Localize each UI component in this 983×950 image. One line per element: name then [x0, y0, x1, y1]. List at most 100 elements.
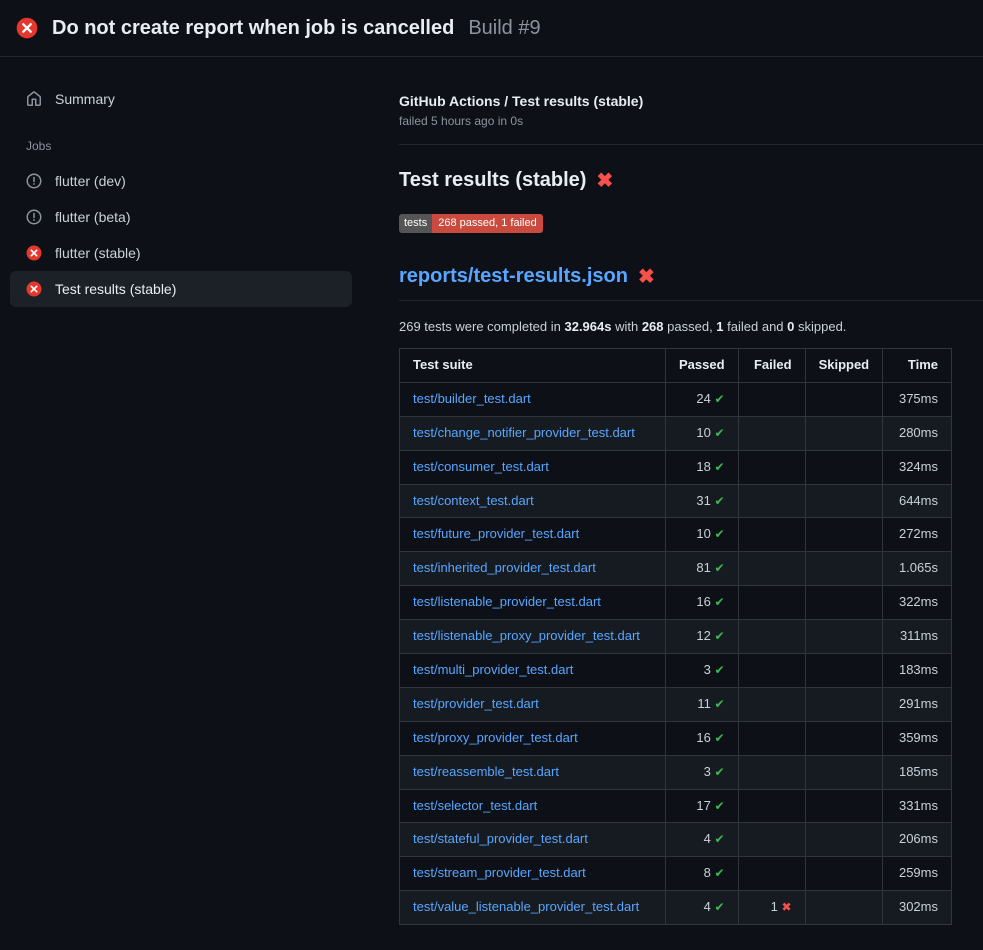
- table-row: test/provider_test.dart 11 ✔ 291ms: [400, 687, 952, 721]
- check-icon: ✔: [715, 765, 725, 779]
- report-title: reports/test-results.json ✖: [399, 265, 983, 301]
- failed-status-icon: [26, 281, 42, 297]
- test-table-head: Test suite Passed Failed Skipped Time: [400, 349, 952, 383]
- test-suite-link[interactable]: test/stream_provider_test.dart: [413, 865, 586, 880]
- test-suite-cell: test/context_test.dart: [400, 484, 666, 518]
- time-cell: 206ms: [883, 823, 952, 857]
- skipped-cell: [805, 416, 883, 450]
- section-title-text: Test results (stable): [399, 169, 586, 192]
- table-row: test/reassemble_test.dart 3 ✔ 185ms: [400, 755, 952, 789]
- sidebar-item-label: Test results (stable): [55, 281, 176, 297]
- skipped-cell: [805, 382, 883, 416]
- sidebar-item-flutter-dev[interactable]: flutter (dev): [10, 163, 352, 199]
- test-suite-link[interactable]: test/provider_test.dart: [413, 696, 539, 711]
- skipped-cell: [805, 620, 883, 654]
- skipped-cell: [805, 721, 883, 755]
- time-cell: 272ms: [883, 518, 952, 552]
- neutral-status-icon: [26, 209, 42, 225]
- test-suite-cell: test/inherited_provider_test.dart: [400, 552, 666, 586]
- table-row: test/consumer_test.dart18 ✔324ms: [400, 450, 952, 484]
- passed-cell: 8 ✔: [666, 857, 739, 891]
- sidebar-item-summary[interactable]: Summary: [10, 81, 352, 117]
- summary-text: passed,: [664, 319, 717, 334]
- table-row: test/listenable_proxy_provider_test.dart…: [400, 620, 952, 654]
- skipped-cell: [805, 552, 883, 586]
- test-suite-link[interactable]: test/reassemble_test.dart: [413, 764, 559, 779]
- time-cell: 311ms: [883, 620, 952, 654]
- passed-cell: 4 ✔: [666, 823, 739, 857]
- check-icon: ✔: [715, 799, 725, 813]
- summary-duration: 32.964s: [564, 319, 611, 334]
- passed-cell: 11 ✔: [666, 687, 739, 721]
- table-row: test/builder_test.dart24 ✔375ms: [400, 382, 952, 416]
- test-suite-link[interactable]: test/multi_provider_test.dart: [413, 662, 573, 677]
- skipped-cell: [805, 755, 883, 789]
- neutral-status-icon: [26, 173, 42, 189]
- skipped-cell: [805, 654, 883, 688]
- test-suite-link[interactable]: test/future_provider_test.dart: [413, 526, 579, 541]
- test-results-table: Test suite Passed Failed Skipped Time te…: [399, 348, 952, 925]
- passed-cell: 10 ✔: [666, 518, 739, 552]
- test-suite-link[interactable]: test/context_test.dart: [413, 493, 534, 508]
- time-cell: 185ms: [883, 755, 952, 789]
- column-header-test-suite: Test suite: [400, 349, 666, 383]
- test-suite-link[interactable]: test/builder_test.dart: [413, 391, 531, 406]
- test-suite-link[interactable]: test/listenable_provider_test.dart: [413, 594, 601, 609]
- time-cell: 280ms: [883, 416, 952, 450]
- failed-cell: [738, 586, 805, 620]
- test-suite-link[interactable]: test/value_listenable_provider_test.dart: [413, 899, 639, 914]
- failed-x-icon: ✖: [638, 267, 655, 287]
- test-suite-link[interactable]: test/listenable_proxy_provider_test.dart: [413, 628, 640, 643]
- check-icon: ✔: [715, 595, 725, 609]
- table-header-row: Test suite Passed Failed Skipped Time: [400, 349, 952, 383]
- passed-cell: 3 ✔: [666, 654, 739, 688]
- test-suite-link[interactable]: test/consumer_test.dart: [413, 459, 549, 474]
- check-icon: ✔: [715, 629, 725, 643]
- skipped-cell: [805, 789, 883, 823]
- report-link[interactable]: reports/test-results.json: [399, 265, 628, 288]
- breadcrumb: GitHub Actions / Test results (stable): [399, 93, 983, 109]
- test-suite-link[interactable]: test/inherited_provider_test.dart: [413, 560, 596, 575]
- sidebar-item-flutter-beta[interactable]: flutter (beta): [10, 199, 352, 235]
- check-icon: ✔: [715, 561, 725, 575]
- failed-cell: [738, 620, 805, 654]
- test-suite-cell: test/provider_test.dart: [400, 687, 666, 721]
- time-cell: 291ms: [883, 687, 952, 721]
- table-row: test/multi_provider_test.dart3 ✔183ms: [400, 654, 952, 688]
- failed-status-icon: [16, 17, 38, 39]
- sidebar-item-flutter-stable[interactable]: flutter (stable): [10, 235, 352, 271]
- table-row: test/proxy_provider_test.dart16 ✔359ms: [400, 721, 952, 755]
- sidebar-item-test-results-stable[interactable]: Test results (stable): [10, 271, 352, 307]
- summary-text: with: [611, 319, 641, 334]
- skipped-cell: [805, 518, 883, 552]
- test-suite-link[interactable]: test/stateful_provider_test.dart: [413, 831, 588, 846]
- x-icon: ✖: [782, 900, 792, 914]
- check-icon: ✔: [715, 866, 725, 880]
- check-icon: ✔: [715, 832, 725, 846]
- passed-cell: 4 ✔: [666, 891, 739, 925]
- skipped-cell: [805, 586, 883, 620]
- sidebar-item-label: flutter (stable): [55, 245, 141, 261]
- failed-cell: [738, 382, 805, 416]
- test-suite-cell: test/listenable_provider_test.dart: [400, 586, 666, 620]
- table-row: test/context_test.dart31 ✔644ms: [400, 484, 952, 518]
- build-number: Build #9: [468, 17, 540, 40]
- summary-failed-count: 1: [716, 319, 723, 334]
- column-header-skipped: Skipped: [805, 349, 883, 383]
- section-title: Test results (stable) ✖: [399, 169, 983, 192]
- run-status-line: failed 5 hours ago in 0s: [399, 114, 983, 128]
- test-suite-link[interactable]: test/proxy_provider_test.dart: [413, 730, 578, 745]
- failed-cell: [738, 654, 805, 688]
- time-cell: 359ms: [883, 721, 952, 755]
- passed-cell: 3 ✔: [666, 755, 739, 789]
- table-row: test/value_listenable_provider_test.dart…: [400, 891, 952, 925]
- skipped-cell: [805, 823, 883, 857]
- failed-cell: [738, 450, 805, 484]
- home-icon: [26, 91, 42, 107]
- column-header-passed: Passed: [666, 349, 739, 383]
- passed-cell: 12 ✔: [666, 620, 739, 654]
- test-suite-link[interactable]: test/selector_test.dart: [413, 798, 537, 813]
- content-layout: Summary Jobs flutter (dev) flutter (beta…: [0, 57, 983, 925]
- passed-cell: 10 ✔: [666, 416, 739, 450]
- test-suite-link[interactable]: test/change_notifier_provider_test.dart: [413, 425, 635, 440]
